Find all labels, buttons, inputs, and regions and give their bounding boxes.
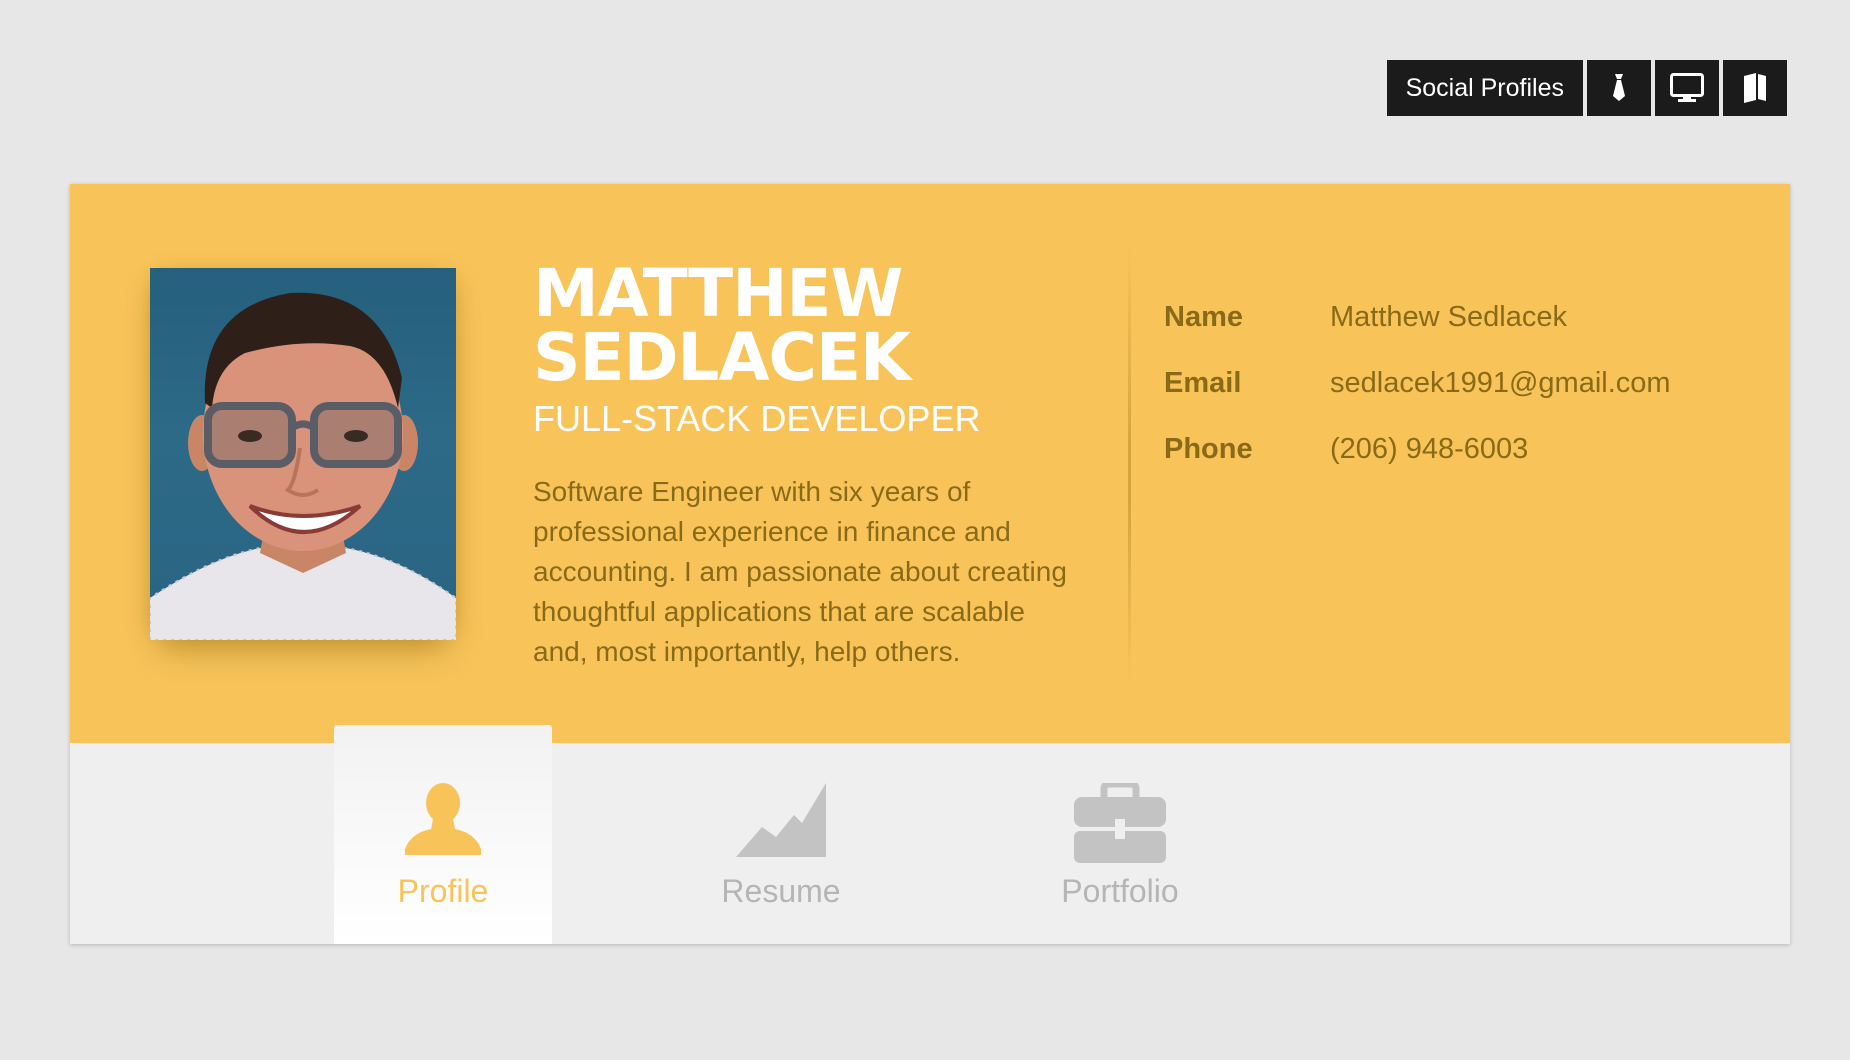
contact-info: Name Matthew Sedlacek Email sedlacek1991… [1164,284,1671,482]
contact-row-phone: Phone (206) 948-6003 [1164,416,1671,482]
headline: MATTHEW SEDLACEK FULL-STACK DEVELOPER [533,255,1093,442]
last-name: SEDLACEK [533,319,911,396]
briefcase-icon [1074,783,1166,863]
person-icon [405,783,481,855]
contact-key: Phone [1164,432,1253,465]
blog-button[interactable] [1723,60,1787,116]
contact-value: Matthew Sedlacek [1330,300,1567,333]
bio-text: Software Engineer with six years of prof… [533,476,1067,667]
contact-value[interactable]: sedlacek1991@gmail.com [1330,367,1671,400]
profile-card: MATTHEW SEDLACEK FULL-STACK DEVELOPER So… [70,184,1790,944]
tab-label: Resume [721,873,841,909]
tab-label: Profile [397,873,489,909]
contact-value: (206) 948-6003 [1330,432,1529,465]
first-name: MATTHEW [533,255,903,332]
social-profiles-bar: Social Profiles [1386,60,1787,116]
contact-row-email: Email sedlacek1991@gmail.com [1164,350,1671,416]
profile-banner: MATTHEW SEDLACEK FULL-STACK DEVELOPER So… [70,184,1790,743]
tab-label: Portfolio [1061,873,1179,909]
contact-row-name: Name Matthew Sedlacek [1164,284,1671,350]
tab-portfolio[interactable]: Portfolio [1011,743,1229,944]
contact-key: Email [1164,366,1242,399]
social-profiles-label: Social Profiles [1386,60,1583,116]
section-tabs: Profile Resume Portfolio [70,725,1790,944]
tie-icon [1613,74,1625,101]
monitor-icon [1670,73,1704,102]
job-title: FULL-STACK DEVELOPER [533,398,981,439]
tab-resume[interactable]: Resume [672,743,890,944]
linkedin-button[interactable] [1587,60,1651,116]
chart-icon [736,783,826,857]
contact-key: Name [1164,300,1243,333]
website-button[interactable] [1655,60,1719,116]
tab-profile[interactable]: Profile [334,725,552,944]
profile-photo-frame [150,268,456,640]
book-icon [1744,73,1766,103]
profile-photo [150,268,456,640]
vertical-divider [1128,244,1131,684]
